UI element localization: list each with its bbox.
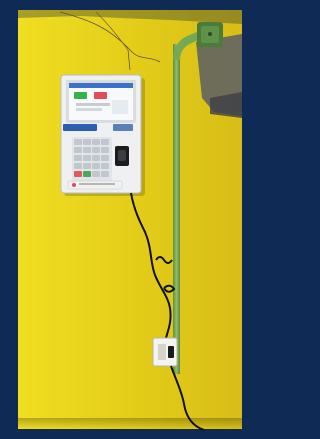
screen-text-line-2 [76, 108, 102, 111]
key [101, 147, 109, 153]
screen-text-line-1 [76, 103, 110, 106]
outlet-receptacle [158, 344, 166, 360]
screen-tile-green [74, 92, 87, 99]
key [74, 147, 82, 153]
key [74, 163, 82, 169]
key [101, 163, 109, 169]
model-label [113, 124, 133, 131]
key [83, 163, 91, 169]
key [92, 139, 100, 145]
key [92, 155, 100, 161]
screen-header [69, 83, 133, 88]
floor-shadow [18, 418, 242, 429]
fingerprint-window [118, 150, 126, 161]
key [101, 171, 109, 177]
key [101, 139, 109, 145]
key [83, 155, 91, 161]
key [92, 163, 100, 169]
key [74, 155, 82, 161]
screen-icon-area [112, 100, 128, 114]
junction-box-screw [208, 32, 212, 36]
photo [0, 0, 242, 439]
sticker-dot [72, 183, 76, 187]
brand-label [63, 124, 97, 131]
plug [168, 346, 174, 358]
key [92, 147, 100, 153]
screen-tile-red [94, 92, 107, 99]
function-key-red [74, 171, 82, 177]
keypad [72, 137, 112, 181]
scene-svg [0, 0, 242, 439]
attendance-terminal [60, 74, 145, 196]
key [74, 139, 82, 145]
key [83, 139, 91, 145]
key [92, 171, 100, 177]
function-key-green [83, 171, 91, 177]
key [83, 147, 91, 153]
key [101, 155, 109, 161]
wall-outlet [152, 337, 178, 367]
sticker-line [79, 183, 115, 185]
conduit-pipe [173, 44, 180, 374]
